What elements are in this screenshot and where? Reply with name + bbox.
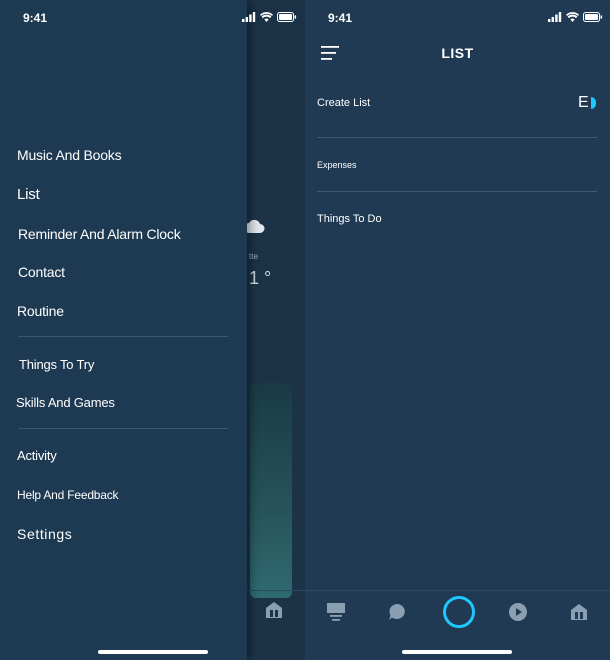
signal-icon bbox=[242, 12, 256, 22]
drawer-divider bbox=[18, 428, 228, 429]
devices-icon bbox=[571, 604, 587, 620]
nav-devices[interactable] bbox=[566, 599, 592, 625]
list-divider bbox=[317, 191, 597, 192]
status-time: 9:41 bbox=[328, 11, 353, 25]
drawer-item-music-and-books[interactable]: Music And Books bbox=[17, 147, 122, 163]
status-icons bbox=[242, 12, 297, 22]
drawer-item-activity[interactable]: Activity bbox=[17, 448, 57, 463]
drawer-item-skills-and-games[interactable]: Skills And Games bbox=[16, 395, 115, 410]
nav-divider bbox=[247, 590, 305, 591]
create-list-button[interactable]: Create List bbox=[317, 97, 370, 109]
drawer-item-help-and-feedback[interactable]: Help And Feedback bbox=[17, 488, 119, 502]
nav-play[interactable] bbox=[505, 599, 531, 625]
status-time: 9:41 bbox=[23, 11, 48, 25]
page-title: LIST bbox=[441, 45, 474, 61]
drawer-item-settings[interactable]: Settings bbox=[17, 526, 72, 542]
home-indicator[interactable] bbox=[402, 650, 512, 654]
weather-label: tte bbox=[249, 252, 258, 261]
home-indicator[interactable] bbox=[98, 650, 208, 654]
signal-icon bbox=[548, 12, 562, 22]
create-list-badge[interactable]: E bbox=[578, 94, 589, 112]
nav-communicate[interactable] bbox=[384, 599, 410, 625]
alexa-button[interactable] bbox=[443, 596, 475, 628]
chat-icon bbox=[389, 604, 405, 620]
list-item-things-to-do[interactable]: Things To Do bbox=[317, 213, 382, 225]
devices-icon[interactable] bbox=[264, 600, 284, 620]
right-phone-screen: 9:41 LIST Create List E Expenses Things … bbox=[305, 0, 610, 660]
home-icon bbox=[327, 603, 345, 621]
home-card[interactable] bbox=[250, 383, 292, 598]
navigation-drawer: 9:41 Music And Books List Reminder And A… bbox=[0, 0, 247, 660]
nav-home[interactable] bbox=[323, 599, 349, 625]
weather-temperature: 1 ° bbox=[249, 268, 272, 288]
battery-icon bbox=[583, 12, 603, 22]
drawer-item-contact[interactable]: Contact bbox=[18, 264, 65, 280]
drawer-item-list[interactable]: List bbox=[17, 186, 40, 203]
drawer-item-reminders[interactable]: Reminder And Alarm Clock bbox=[18, 226, 181, 242]
battery-icon bbox=[277, 12, 297, 22]
play-icon bbox=[509, 603, 527, 621]
status-icons bbox=[548, 12, 603, 22]
accent-indicator bbox=[591, 97, 596, 109]
drawer-divider bbox=[18, 336, 228, 337]
left-phone-screen: tte 1 ° 9:41 Music And Books List Remind… bbox=[0, 0, 305, 660]
list-divider bbox=[317, 137, 597, 138]
wifi-icon bbox=[260, 12, 273, 22]
wifi-icon bbox=[566, 12, 579, 22]
drawer-item-things-to-try[interactable]: Things To Try bbox=[19, 357, 94, 372]
list-item-expenses[interactable]: Expenses bbox=[317, 160, 357, 170]
drawer-item-routine[interactable]: Routine bbox=[17, 303, 64, 319]
